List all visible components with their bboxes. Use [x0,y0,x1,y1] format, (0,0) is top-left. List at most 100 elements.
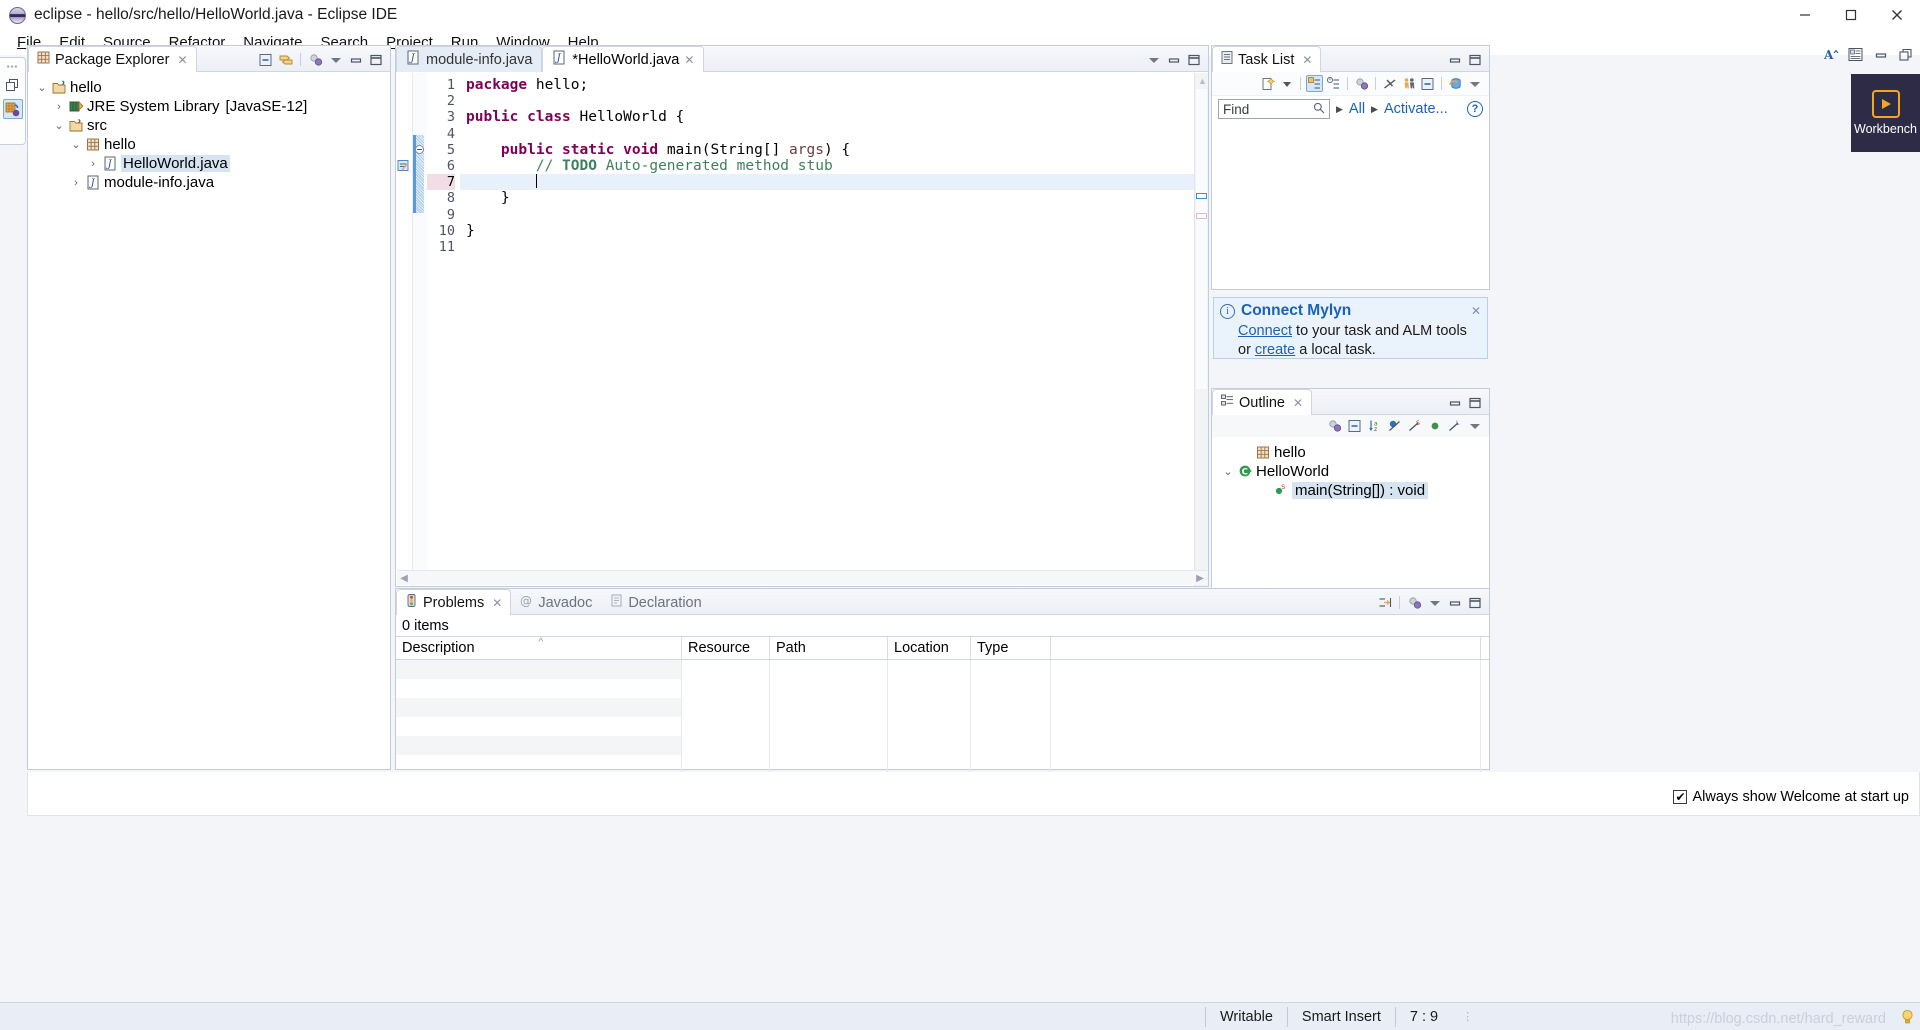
chevron-right-icon[interactable]: › [85,158,101,170]
perspective-java-ee-icon[interactable] [2,99,23,119]
minimize-icon[interactable] [1446,594,1463,611]
chevron-right-icon[interactable]: › [51,101,67,113]
tab-task-list[interactable]: Task List ✕ [1212,46,1322,72]
view-menu-icon[interactable] [1426,594,1443,611]
tree-item-helloworld-java[interactable]: › J HelloWorld.java [28,154,390,173]
chevron-right-icon[interactable]: › [68,177,84,189]
maximize-button[interactable] [1828,0,1874,30]
close-icon[interactable]: ✕ [177,53,187,67]
tree-item-src[interactable]: ⌄ src [28,116,390,135]
maximize-icon[interactable] [1466,51,1483,68]
problems-tab-javadoc[interactable]: @ Javadoc [511,589,601,615]
chevron-down-icon[interactable]: ⌄ [51,119,67,132]
code-line[interactable] [460,174,1194,191]
focus-on-active-task-icon[interactable] [1326,418,1343,435]
folding-ruler[interactable] [413,73,427,586]
hide-local-types-icon[interactable]: L [1446,418,1463,435]
workbench-tile[interactable]: Workbench [1851,74,1920,152]
problems-column-description[interactable]: Description ^ [396,637,682,659]
collapse-all-icon[interactable] [1346,418,1363,435]
code-text-area[interactable]: package hello; public class HelloWorld {… [460,73,1194,586]
outline-item-helloworld[interactable]: ⌄ C HelloWorld [1212,462,1489,481]
focus-active-task-icon[interactable] [307,51,324,68]
synchronize-changed-icon[interactable] [1447,75,1464,92]
tip-bulb-icon[interactable] [1901,1009,1914,1026]
chevron-down-icon[interactable]: ⌄ [1220,465,1236,478]
tree-item-hello[interactable]: ⌄ hello [28,135,390,154]
hide-nonpublic-icon[interactable] [1426,418,1443,435]
filter-icon[interactable] [1406,594,1423,611]
problems-row[interactable] [396,698,1489,717]
code-line[interactable]: } [460,190,1194,206]
todo-task-icon[interactable] [397,159,411,173]
collapse-all-icon[interactable] [1419,75,1436,92]
scroll-right-icon[interactable]: ▶ [1193,573,1207,584]
code-line[interactable]: public class HelloWorld { [460,109,1194,125]
problems-column-location[interactable]: Location [888,637,971,659]
editor-tab-module-info-java[interactable]: Jmodule-info.java [396,46,543,72]
problems-table-body[interactable] [396,660,1489,774]
overview-ruler[interactable]: ▲ [1194,73,1208,586]
drag-handle-dots[interactable]: ▪▪▪ [7,62,19,71]
person-filter-icon[interactable] [1400,75,1417,92]
chevron-down-icon[interactable]: ⌄ [34,81,50,94]
editor-tab--helloworld-java[interactable]: J *HelloWorld.java ✕ [542,46,705,72]
view-menu-icon[interactable] [327,51,344,68]
minimize-icon[interactable] [1446,394,1463,411]
close-icon[interactable]: ✕ [1302,53,1312,67]
font-size-icon[interactable]: A [1822,46,1839,63]
sort-icon[interactable]: a z [1366,418,1383,435]
minimize-icon[interactable] [347,51,364,68]
code-line[interactable] [460,93,1194,109]
overview-mark-pink[interactable] [1196,213,1207,219]
minimize-icon[interactable] [1872,46,1889,63]
outline-item-main-string-void[interactable]: Smain(String[]) : void [1212,481,1489,500]
code-line[interactable] [460,239,1194,255]
annotation-ruler[interactable] [396,73,413,586]
problems-tab-declaration[interactable]: Declaration [601,589,710,615]
activate-link[interactable]: Activate... [1384,101,1448,117]
tab-package-explorer[interactable]: Package Explorer ✕ [28,46,197,72]
problems-row[interactable] [396,736,1489,755]
code-line[interactable]: // TODO Auto-generated method stub [460,158,1194,174]
maximize-icon[interactable] [367,51,384,68]
editor-vscrollbar-thumb[interactable] [1196,89,1207,389]
focus-on-workweek-icon[interactable] [1353,75,1370,92]
close-icon[interactable]: ✕ [492,596,502,610]
tree-item-module-info-java[interactable]: › Jmodule-info.java [28,173,390,192]
filter-icon[interactable] [1381,75,1398,92]
problems-column-resource[interactable]: Resource [682,637,770,659]
mylyn-connect-link[interactable]: Connect [1238,323,1292,339]
maximize-icon[interactable] [1466,594,1483,611]
collapse-all-icon[interactable] [257,51,274,68]
scroll-left-icon[interactable]: ◀ [397,573,411,584]
package-explorer-tree[interactable]: ⌄ hello › JRE System Library [JavaSE-12] ⌄ src… [28,72,390,192]
outline-tree[interactable]: hello ⌄ C HelloWorld Smain(String[]) : void [1212,437,1489,500]
scheduled-presentation-icon[interactable] [1325,75,1342,92]
tree-item-hello[interactable]: ⌄ hello [28,78,390,97]
problems-column-path[interactable]: Path [770,637,888,659]
code-line[interactable]: package hello; [460,77,1194,93]
code-line[interactable] [460,207,1194,223]
hide-static-icon[interactable]: S [1406,418,1423,435]
close-button[interactable] [1874,0,1920,30]
fold-collapse-icon[interactable] [415,144,424,154]
customize-page-icon[interactable] [1847,46,1864,63]
restore-icon[interactable] [1897,46,1914,63]
categorized-presentation-icon[interactable] [1306,75,1323,92]
always-show-welcome-row[interactable]: ✔ Always show Welcome at start up [1673,789,1909,805]
problems-column-spacer[interactable] [1051,637,1481,659]
status-overflow-handle[interactable]: ⋮ [1452,1010,1483,1023]
problems-tab-problems[interactable]: Problems ✕ [396,589,512,615]
view-menu-icon[interactable] [1466,418,1483,435]
link-with-editor-icon[interactable] [277,51,294,68]
code-line[interactable]: public static void main(String[] args) { [460,142,1194,158]
close-icon[interactable]: ✕ [1293,396,1303,410]
tree-item-jre-system-library[interactable]: › JRE System Library [JavaSE-12] [28,97,390,116]
new-task-dropdown-icon[interactable] [1278,75,1295,92]
restore-icon[interactable] [3,75,23,95]
problems-row[interactable] [396,717,1489,736]
problems-row[interactable] [396,660,1489,679]
editor-hscrollbar[interactable]: ◀ ▶ [397,570,1207,585]
maximize-icon[interactable] [1466,394,1483,411]
